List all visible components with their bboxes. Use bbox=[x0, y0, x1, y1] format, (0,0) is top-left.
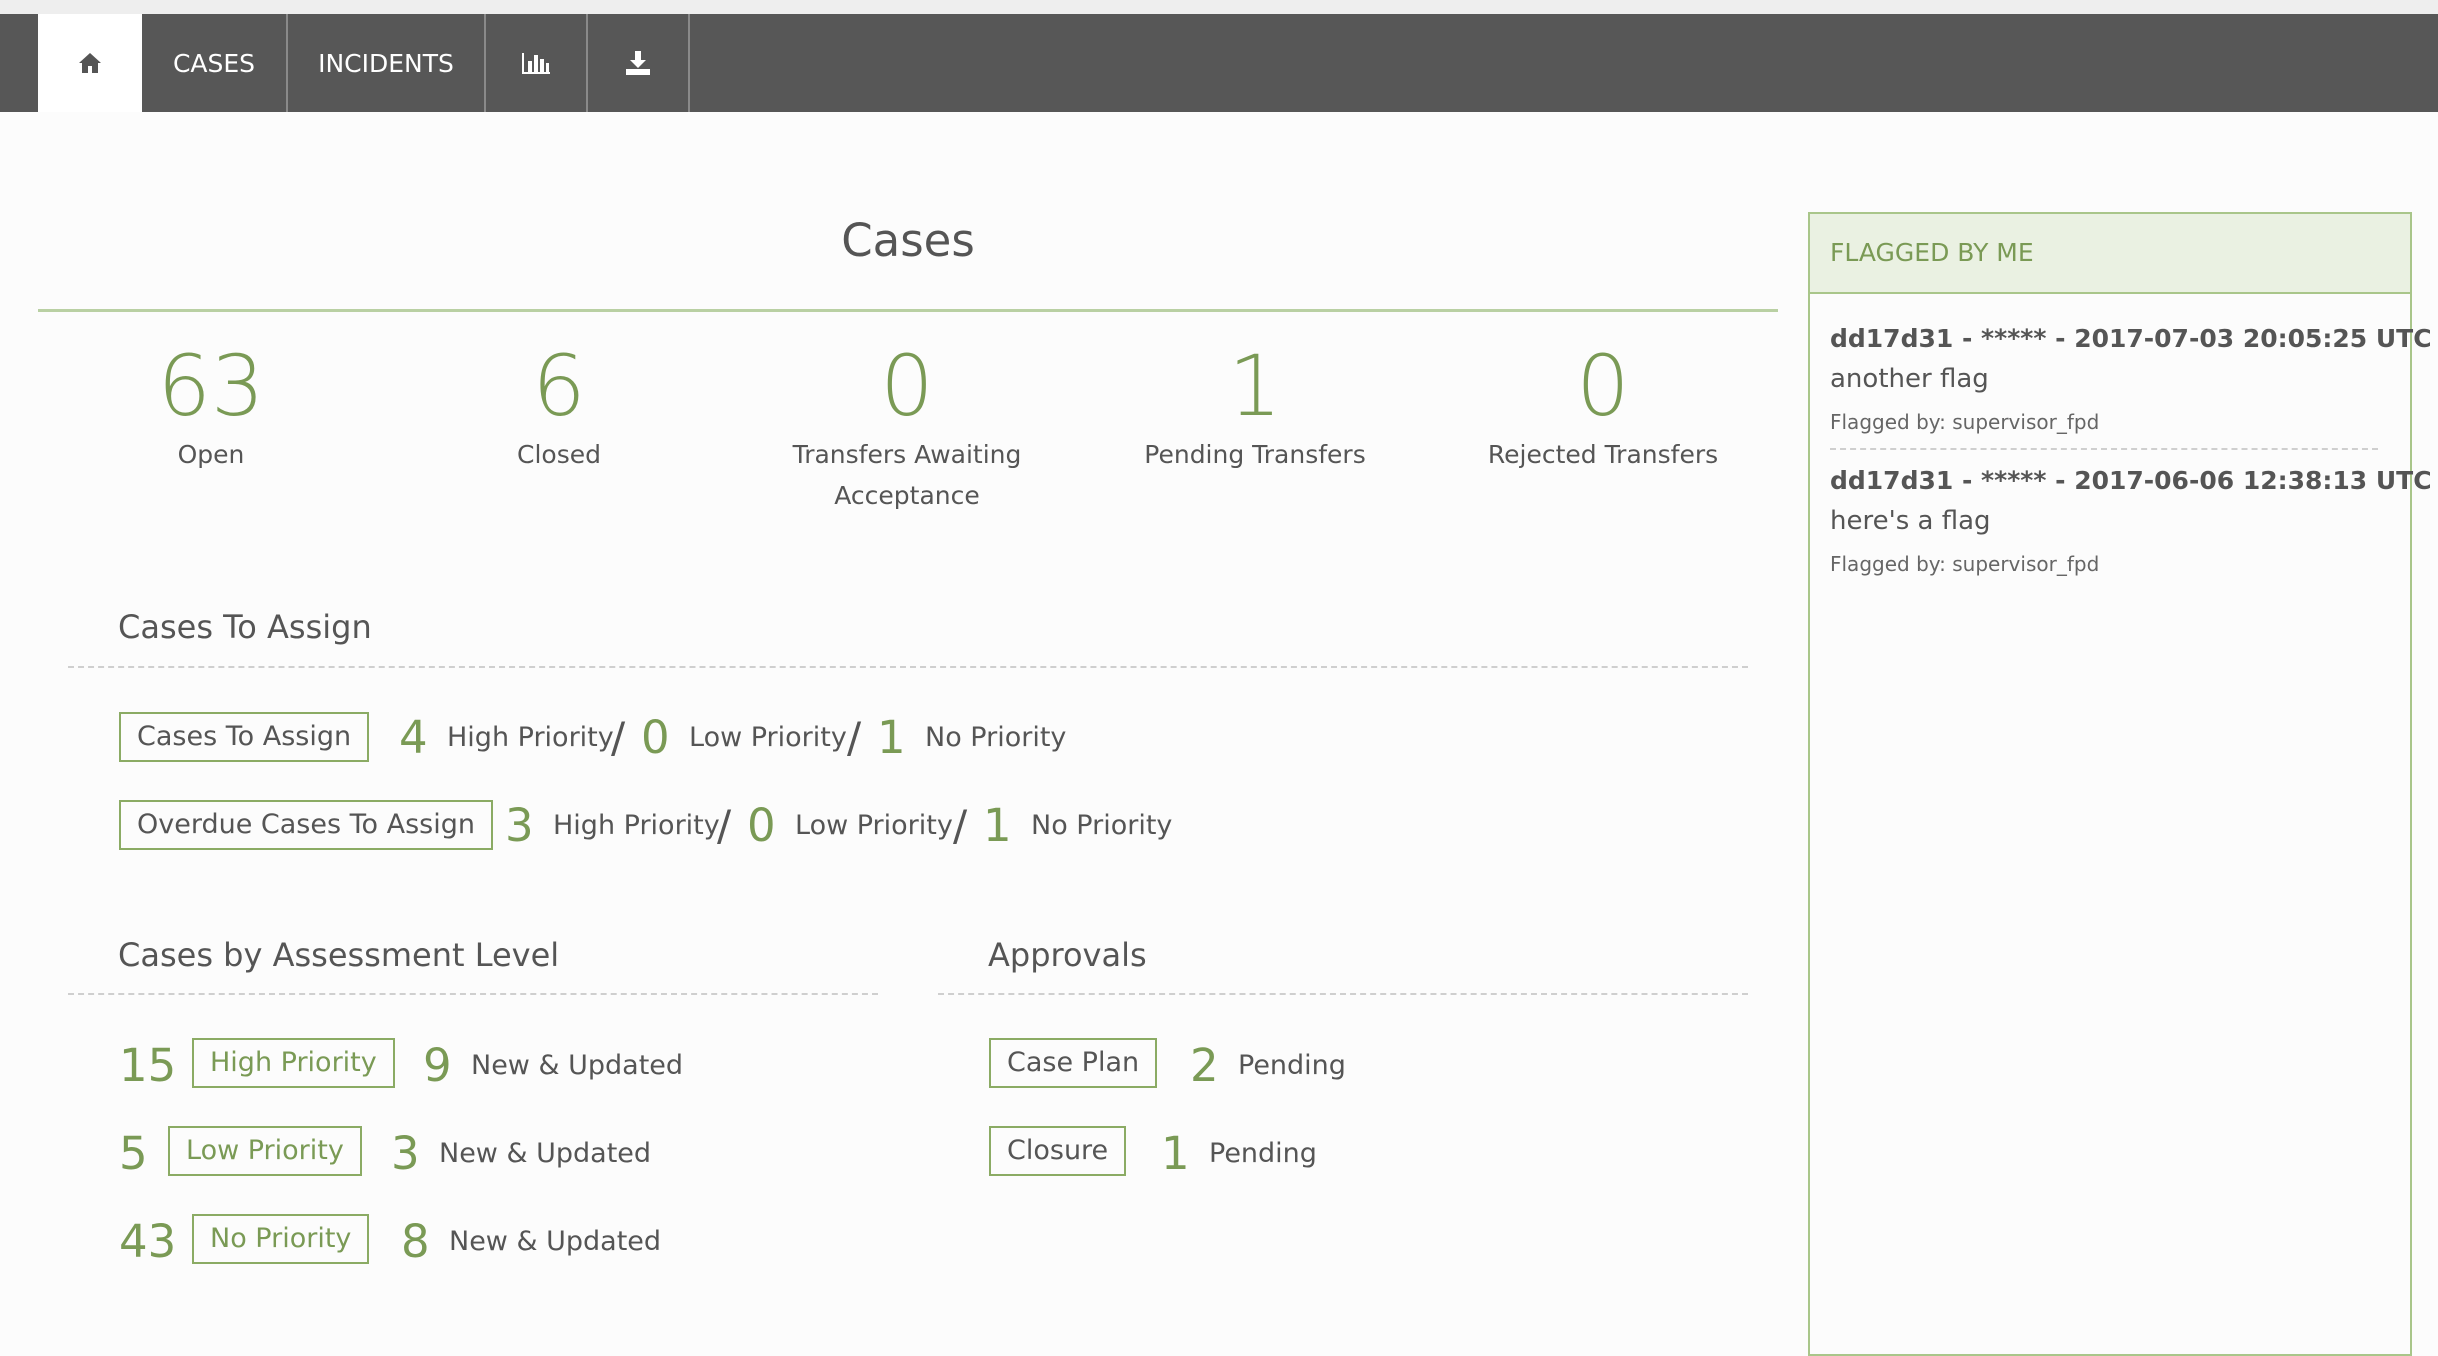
low-priority-total[interactable]: 5 bbox=[119, 1129, 148, 1179]
new-updated-label: New & Updated bbox=[439, 1138, 652, 1169]
separator-slash: / bbox=[717, 801, 732, 850]
stat-closed[interactable]: 6 Closed bbox=[409, 338, 709, 475]
no-priority-count[interactable]: 1 bbox=[877, 713, 906, 763]
high-priority-count[interactable]: 3 bbox=[505, 801, 534, 851]
high-priority-total[interactable]: 15 bbox=[119, 1041, 176, 1091]
approvals-title: Approvals bbox=[988, 936, 1147, 974]
cases-to-assign-button[interactable]: Cases To Assign bbox=[119, 712, 370, 762]
nav-incidents[interactable]: INCIDENTS bbox=[288, 14, 486, 112]
overdue-cases-to-assign-button[interactable]: Overdue Cases To Assign bbox=[119, 800, 494, 850]
stat-label: Closed bbox=[517, 440, 601, 469]
new-updated-label: New & Updated bbox=[449, 1226, 662, 1257]
low-priority-label: Low Priority bbox=[795, 810, 953, 841]
stat-value: 6 bbox=[532, 337, 586, 435]
new-updated-count[interactable]: 3 bbox=[391, 1129, 420, 1179]
stat-value: 63 bbox=[157, 337, 265, 435]
closure-button[interactable]: Closure bbox=[989, 1126, 1127, 1176]
nav-cases-label: CASES bbox=[172, 48, 256, 78]
case-plan-pending-count[interactable]: 2 bbox=[1190, 1041, 1219, 1091]
stat-value: 1 bbox=[1228, 337, 1282, 435]
closure-pending-count[interactable]: 1 bbox=[1161, 1129, 1190, 1179]
no-priority-count[interactable]: 1 bbox=[983, 801, 1012, 851]
section-divider bbox=[68, 993, 878, 995]
low-priority-button[interactable]: Low Priority bbox=[168, 1126, 362, 1176]
nav-cases[interactable]: CASES bbox=[142, 14, 288, 112]
flag-item-title[interactable]: dd17d31 - ***** - 2017-07-03 20:05:25 UT… bbox=[1830, 324, 2432, 353]
pending-label: Pending bbox=[1209, 1138, 1317, 1169]
title-divider bbox=[38, 309, 1778, 312]
pending-label: Pending bbox=[1238, 1050, 1346, 1081]
stat-open[interactable]: 63 Open bbox=[61, 338, 361, 475]
new-updated-count[interactable]: 8 bbox=[401, 1217, 430, 1267]
flag-item-by: Flagged by: supervisor_fpd bbox=[1830, 552, 2100, 576]
flagged-panel: FLAGGED BY ME dd17d31 - ***** - 2017-07-… bbox=[1808, 212, 2432, 1356]
high-priority-label: High Priority bbox=[447, 722, 614, 753]
new-updated-label: New & Updated bbox=[471, 1050, 684, 1081]
nav-home[interactable] bbox=[38, 14, 142, 112]
stat-rejected-transfers[interactable]: 0 Rejected Transfers bbox=[1453, 338, 1753, 475]
download-icon bbox=[626, 51, 650, 75]
page-title: Cases bbox=[841, 214, 975, 267]
stat-label: Rejected Transfers bbox=[1487, 440, 1719, 469]
cases-to-assign-title: Cases To Assign bbox=[118, 608, 372, 646]
stat-pending-transfers[interactable]: 1 Pending Transfers bbox=[1105, 338, 1405, 475]
flag-item-title[interactable]: dd17d31 - ***** - 2017-06-06 12:38:13 UT… bbox=[1830, 466, 2432, 495]
flag-item-by: Flagged by: supervisor_fpd bbox=[1830, 410, 2100, 434]
case-plan-button[interactable]: Case Plan bbox=[989, 1038, 1158, 1088]
stat-label: Open bbox=[177, 440, 245, 469]
stat-label: Transfers Awaiting Acceptance bbox=[792, 440, 1022, 510]
assessment-level-title: Cases by Assessment Level bbox=[118, 936, 560, 974]
stat-value: 0 bbox=[1576, 337, 1630, 435]
low-priority-count[interactable]: 0 bbox=[747, 801, 776, 851]
no-priority-button[interactable]: No Priority bbox=[192, 1214, 370, 1264]
separator-slash: / bbox=[611, 713, 626, 762]
bar-chart-icon bbox=[522, 53, 550, 74]
high-priority-button[interactable]: High Priority bbox=[192, 1038, 395, 1088]
stat-transfers-awaiting[interactable]: 0 Transfers Awaiting Acceptance bbox=[757, 338, 1057, 516]
nav-incidents-label: INCIDENTS bbox=[318, 48, 454, 78]
high-priority-label: High Priority bbox=[553, 810, 720, 841]
no-priority-label: No Priority bbox=[1031, 810, 1173, 841]
separator-slash: / bbox=[847, 713, 862, 762]
section-divider bbox=[68, 666, 1748, 668]
stat-label: Pending Transfers bbox=[1144, 440, 1366, 469]
low-priority-label: Low Priority bbox=[689, 722, 847, 753]
flagged-header: FLAGGED BY ME bbox=[1810, 214, 2410, 294]
high-priority-count[interactable]: 4 bbox=[399, 713, 428, 763]
top-strip bbox=[0, 0, 2438, 14]
home-icon bbox=[79, 53, 101, 73]
new-updated-count[interactable]: 9 bbox=[423, 1041, 452, 1091]
no-priority-total[interactable]: 43 bbox=[119, 1217, 176, 1267]
flag-item-message: another flag bbox=[1830, 364, 1989, 394]
flag-item-message: here's a flag bbox=[1830, 506, 1991, 536]
nav-reports[interactable] bbox=[486, 14, 588, 112]
no-priority-label: No Priority bbox=[925, 722, 1067, 753]
nav-download[interactable] bbox=[588, 14, 690, 112]
flag-separator bbox=[1830, 448, 2378, 450]
low-priority-count[interactable]: 0 bbox=[641, 713, 670, 763]
separator-slash: / bbox=[953, 801, 968, 850]
section-divider bbox=[938, 993, 1748, 995]
stat-value: 0 bbox=[880, 337, 934, 435]
flagged-header-title: FLAGGED BY ME bbox=[1830, 238, 2034, 267]
